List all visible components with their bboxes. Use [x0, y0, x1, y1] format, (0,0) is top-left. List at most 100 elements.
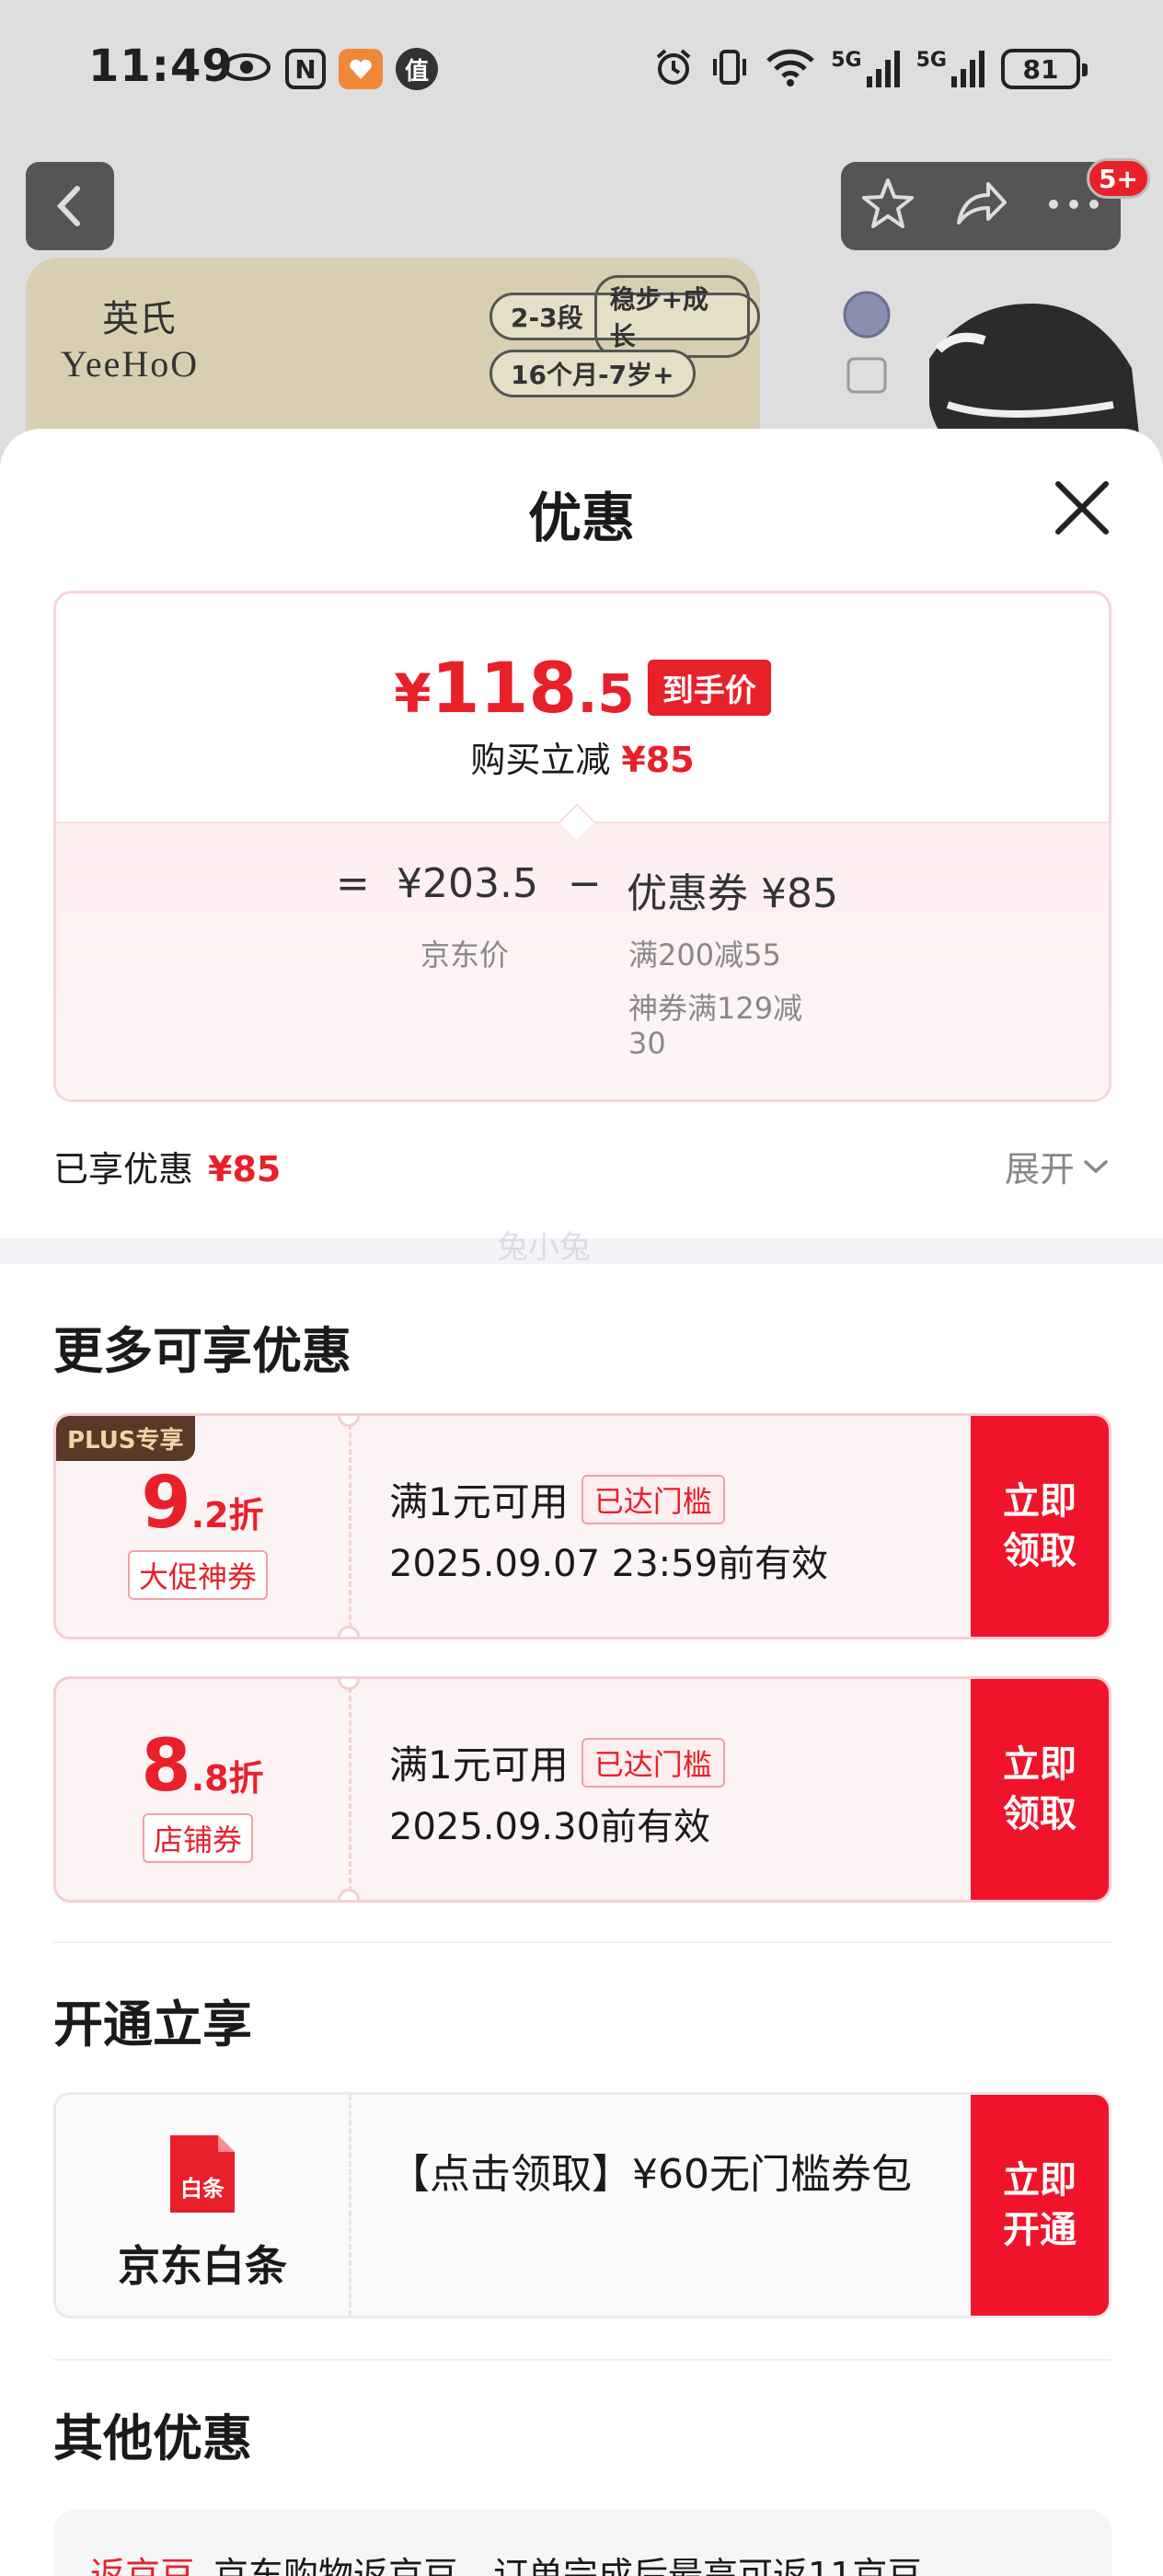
- coupon-discount-int: 9: [141, 1462, 191, 1545]
- brand-name-cn: 英氏: [102, 298, 176, 340]
- stage-label: 2-3段: [511, 303, 583, 333]
- plus-exclusive-tag: PLUS专享: [56, 1416, 195, 1461]
- baitiao-icon-label: 白条: [180, 2176, 225, 2202]
- cart-badge: 5+: [1087, 158, 1150, 199]
- final-price-row: ¥118.5 到手价: [56, 647, 1109, 729]
- claim-button[interactable]: 立即 领取: [971, 1416, 1109, 1637]
- close-icon: [1055, 481, 1109, 535]
- back-button[interactable]: [26, 162, 114, 250]
- coupon-discount: 8.8折: [56, 1725, 349, 1808]
- coupon-rule-1: 满200减55: [628, 937, 781, 972]
- coupon-notch: [338, 1416, 360, 1427]
- activate-button-line1: 立即: [1003, 2159, 1077, 2202]
- final-price-decimal: .5: [577, 662, 635, 725]
- coupon-notch: [338, 1679, 360, 1690]
- instant-discount-row: 购买立减 ¥85: [56, 731, 1109, 782]
- coupon-validity: 2025.09.07 23:59前有效: [389, 1543, 829, 1585]
- coupon-divider: [349, 1679, 351, 1900]
- eye-icon: [221, 49, 272, 89]
- coupon-discount-dec: .2折: [190, 1495, 264, 1535]
- more-offers-title: 更多可享优惠: [53, 1322, 351, 1380]
- star-icon[interactable]: [858, 175, 917, 237]
- coupon-total: 优惠券 ¥85: [627, 860, 838, 919]
- brand-name-en: YeeHoO: [61, 343, 200, 385]
- coupon-condition: 满1元可用: [389, 1479, 569, 1524]
- more-icon[interactable]: [1044, 195, 1103, 217]
- coupon-total-label: 优惠券: [627, 870, 748, 917]
- expand-button[interactable]: 展开: [1005, 1141, 1110, 1191]
- battery-indicator: 81: [1001, 49, 1088, 89]
- divider-line: [53, 2359, 1111, 2361]
- share-icon[interactable]: [951, 175, 1010, 237]
- coupon-discount: 9.2折: [56, 1462, 349, 1545]
- jd-price: ¥203.5: [397, 860, 538, 907]
- coupon-rule-2-line1: 神券满129减: [628, 991, 803, 1026]
- other-offer-text: 京东购物返京豆，订单完成后最高可返11京豆: [213, 2555, 923, 2576]
- jd-price-label: 京东价: [420, 937, 510, 972]
- zhi-icon: 值: [396, 48, 438, 90]
- enjoyed-label: 已享优惠: [53, 1149, 194, 1190]
- claim-button[interactable]: 立即 领取: [971, 1679, 1109, 1900]
- enjoyed-amount: ¥85: [208, 1149, 282, 1190]
- background-product-page: 11:49 N 值 5G 5G 81 5+ 英氏 YeeHoO 2-3段 稳步+…: [0, 0, 1163, 478]
- coupon-notch: [338, 1889, 360, 1900]
- coupon-condition-row: 满1元可用 已达门槛: [389, 1734, 725, 1790]
- activate-button[interactable]: 立即 开通: [971, 2095, 1109, 2316]
- status-right-icons: 5G 5G 81: [652, 46, 1088, 92]
- price-breakdown-card: ¥118.5 到手价 购买立减 ¥85 = ¥203.5 京东价 − 优惠券 ¥8…: [53, 591, 1111, 1102]
- expand-label: 展开: [1004, 1149, 1075, 1190]
- vibrate-icon: [709, 46, 750, 92]
- baitiao-name: 京东白条: [118, 2241, 287, 2291]
- equals-sign: =: [336, 860, 370, 907]
- enjoyed-discount-row: 已享优惠 ¥85: [53, 1141, 281, 1191]
- signal-1-label: 5G: [831, 49, 862, 72]
- coupon-rule-2-line2: 30: [628, 1026, 666, 1061]
- age-pill: 16个月-7岁+: [489, 350, 696, 397]
- baitiao-icon: 白条: [165, 2132, 238, 2216]
- status-bar: 11:49 N 值 5G 5G 81: [0, 0, 1163, 147]
- final-price-symbol: ¥: [394, 662, 432, 725]
- other-offer-row: 返京豆 京东购物返京豆，订单完成后最高可返11京豆: [90, 2547, 922, 2576]
- other-offer-item[interactable]: 返京豆 京东购物返京豆，订单完成后最高可返11京豆: [53, 2510, 1111, 2576]
- claim-button-line2: 领取: [1003, 1530, 1077, 1572]
- coupon-status-badge: 已达门槛: [581, 1474, 725, 1524]
- app-heart-icon: [339, 49, 383, 89]
- coupon-status-badge: 已达门槛: [581, 1737, 725, 1788]
- claim-button-line1: 立即: [1003, 1480, 1077, 1523]
- coupon-card-plus: PLUS专享 9.2折 大促神券 满1元可用 已达门槛 2025.09.07 2…: [53, 1413, 1111, 1639]
- instant-discount-amount: ¥85: [621, 740, 695, 780]
- coupon-card-store: 8.8折 店铺券 满1元可用 已达门槛 2025.09.30前有效 立即 领取: [53, 1676, 1111, 1903]
- chevron-down-icon: [1084, 1159, 1108, 1173]
- other-offer-tag: 返京豆: [90, 2555, 196, 2576]
- nfc-icon: N: [285, 49, 326, 89]
- coupon-condition-row: 满1元可用 已达门槛: [389, 1471, 725, 1527]
- minus-sign: −: [568, 860, 602, 907]
- close-button[interactable]: [1049, 475, 1115, 541]
- final-price-int: 118: [431, 647, 578, 729]
- claim-button-line1: 立即: [1003, 1743, 1077, 1786]
- signal-icon-1: 5G: [831, 49, 901, 89]
- activate-button-line2: 开通: [1003, 2209, 1077, 2251]
- final-price-tag: 到手价: [647, 660, 771, 716]
- chevron-left-icon: [56, 186, 80, 226]
- watermark-text: 兔小兔: [497, 1229, 591, 1266]
- baitiao-description: 【点击领取】¥60无门槛券包: [389, 2151, 912, 2198]
- coupon-notch: [338, 1626, 360, 1637]
- brand-logo: 英氏 YeeHoO: [61, 289, 217, 385]
- coupon-type-tag: 大促神券: [128, 1550, 269, 1600]
- wifi-icon: [765, 46, 816, 92]
- baitiao-card: 白条 京东白条 【点击领取】¥60无门槛券包 立即 开通: [53, 2092, 1111, 2318]
- coupon-discount-int: 8: [141, 1725, 191, 1808]
- card-divider: [349, 2095, 351, 2316]
- discount-sheet: 优惠 ¥118.5 到手价 购买立减 ¥85 = ¥203.5 京东价 − 优惠券…: [0, 429, 1163, 2576]
- status-left-icons: N 值: [221, 48, 438, 90]
- coupon-validity: 2025.09.30前有效: [389, 1806, 711, 1848]
- stage-desc: 稳步+成长: [593, 275, 750, 358]
- final-price: ¥118.5: [394, 647, 634, 729]
- status-time: 11:49: [88, 40, 234, 92]
- alarm-icon: [652, 46, 695, 92]
- coupon-condition: 满1元可用: [389, 1742, 569, 1788]
- signal-2-label: 5G: [915, 49, 947, 72]
- open-enjoy-title: 开通立享: [53, 1995, 252, 2053]
- coupon-divider: [349, 1416, 351, 1637]
